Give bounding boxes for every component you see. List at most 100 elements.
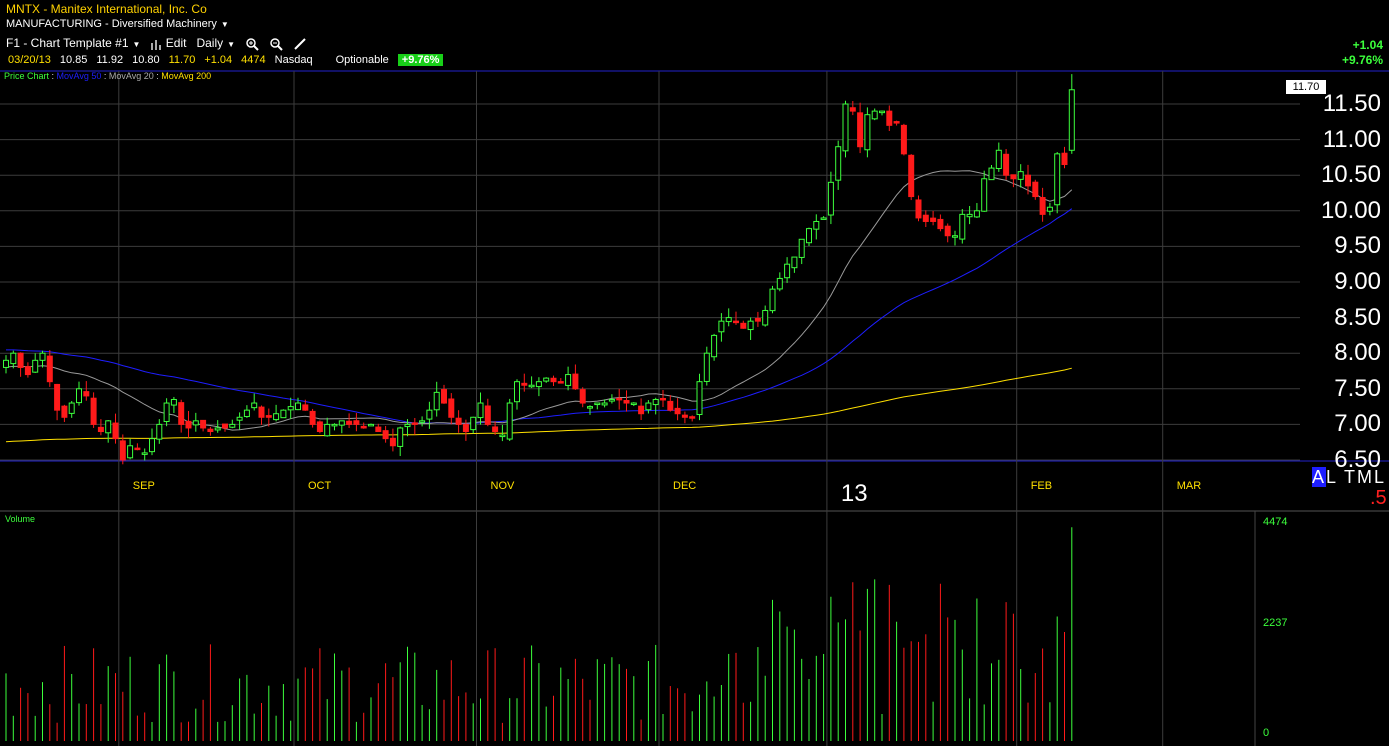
scale-buttons: AL TML — [1312, 467, 1386, 488]
x-tick-label: MAR — [1176, 480, 1202, 492]
x-tick-label: DEC — [673, 480, 697, 492]
candle-body — [638, 405, 645, 415]
candle-body — [973, 210, 980, 218]
candle-body — [711, 334, 718, 358]
candle-body — [674, 407, 681, 415]
scale-t-button[interactable]: T — [1344, 467, 1357, 487]
y-tick-label: 7.00 — [1334, 410, 1381, 438]
candle-body — [652, 398, 659, 406]
candle-body — [886, 110, 893, 126]
volume-tick-mid: 2237 — [1263, 617, 1288, 629]
candle-body — [163, 402, 170, 423]
candle-body — [557, 381, 564, 384]
candle-body — [484, 405, 491, 425]
scale-l2-button[interactable]: L — [1374, 467, 1386, 487]
candle-body — [295, 402, 301, 411]
candle-body — [601, 402, 608, 406]
y-tick-label: 11.00 — [1322, 125, 1381, 153]
candle-body — [718, 320, 725, 333]
candle-body — [893, 121, 900, 124]
candle-body — [528, 384, 535, 388]
candle-body — [922, 214, 929, 222]
candle-body — [630, 402, 637, 406]
price-chart[interactable] — [0, 0, 1389, 746]
legend-ma50: MovAvg 50 — [56, 71, 102, 81]
x-tick-label: 13 — [840, 480, 868, 507]
volume-tick-max: 4474 — [1263, 516, 1288, 528]
candle-body — [747, 320, 754, 331]
legend-ma200: MovAvg 200 — [161, 71, 212, 81]
candle-body — [871, 110, 878, 120]
candle-body — [725, 317, 732, 323]
chart-legend: Price Chart : MovAvg 50 : MovAvg 20 : Mo… — [4, 71, 212, 81]
candle-body — [426, 409, 433, 420]
candle-body — [134, 447, 141, 451]
y-tick-label: 10.50 — [1320, 161, 1381, 189]
scale-m-button[interactable]: M — [1357, 467, 1374, 487]
scale-a-button[interactable]: A — [1312, 467, 1327, 487]
candle-body — [477, 402, 484, 419]
candle-body — [331, 423, 338, 427]
candle-body — [623, 399, 630, 404]
candle-body — [813, 220, 820, 230]
candle-body — [966, 213, 973, 218]
candle-body — [419, 420, 426, 423]
candle-body — [842, 103, 849, 152]
last-price-box: 11.70 — [1286, 80, 1326, 94]
scale-suffix: .5 — [1370, 487, 1387, 509]
candle-body — [776, 277, 783, 290]
candle-body — [1046, 206, 1053, 212]
candle-body — [689, 416, 696, 419]
candle-body — [930, 217, 937, 222]
scale-l-button[interactable]: L — [1326, 467, 1337, 487]
candle-body — [915, 199, 922, 219]
candle-body — [762, 309, 769, 326]
candle-body — [565, 374, 572, 386]
y-tick-label: 10.00 — [1320, 196, 1381, 224]
candle-body — [733, 320, 739, 324]
candle-body — [200, 419, 207, 429]
candle-body — [397, 427, 404, 447]
volume-panel-label: Volume — [5, 514, 36, 524]
candle-body — [68, 402, 75, 414]
candle-body — [119, 440, 126, 461]
candle-body — [309, 410, 316, 425]
candle-body — [470, 416, 477, 431]
candle-body — [616, 397, 623, 401]
candle-body — [835, 146, 842, 181]
candle-body — [988, 167, 995, 181]
candle-body — [10, 352, 17, 365]
candle-body — [769, 288, 776, 312]
candle-body — [39, 352, 46, 361]
y-tick-label: 7.50 — [1334, 374, 1381, 402]
candle-body — [514, 381, 520, 403]
candle-body — [389, 437, 396, 447]
candle-body — [229, 423, 236, 428]
y-tick-label: 11.50 — [1322, 90, 1381, 117]
candle-body — [740, 322, 747, 329]
candle-body — [506, 402, 513, 440]
candle-body — [667, 400, 674, 411]
candle-body — [382, 430, 389, 440]
candle-body — [258, 406, 265, 418]
candle-body — [908, 154, 915, 198]
candle-body — [141, 452, 148, 455]
candle-body — [1010, 174, 1017, 180]
candle-body — [404, 423, 411, 428]
candle-body — [791, 256, 798, 269]
candle-body — [608, 398, 615, 402]
candle-body — [170, 398, 177, 406]
candle-body — [995, 149, 1002, 170]
candle-body — [521, 382, 528, 386]
candle-body — [302, 404, 309, 411]
candle-body — [83, 391, 90, 397]
x-tick-label: FEB — [1030, 480, 1053, 492]
candle-body — [499, 434, 506, 438]
candle-body — [1061, 152, 1068, 166]
x-tick-label: SEP — [132, 480, 155, 492]
candle-body — [1054, 153, 1061, 206]
candle-body — [857, 112, 864, 148]
candle-body — [105, 420, 112, 434]
candle-body — [411, 422, 418, 425]
candle-body — [324, 423, 331, 437]
